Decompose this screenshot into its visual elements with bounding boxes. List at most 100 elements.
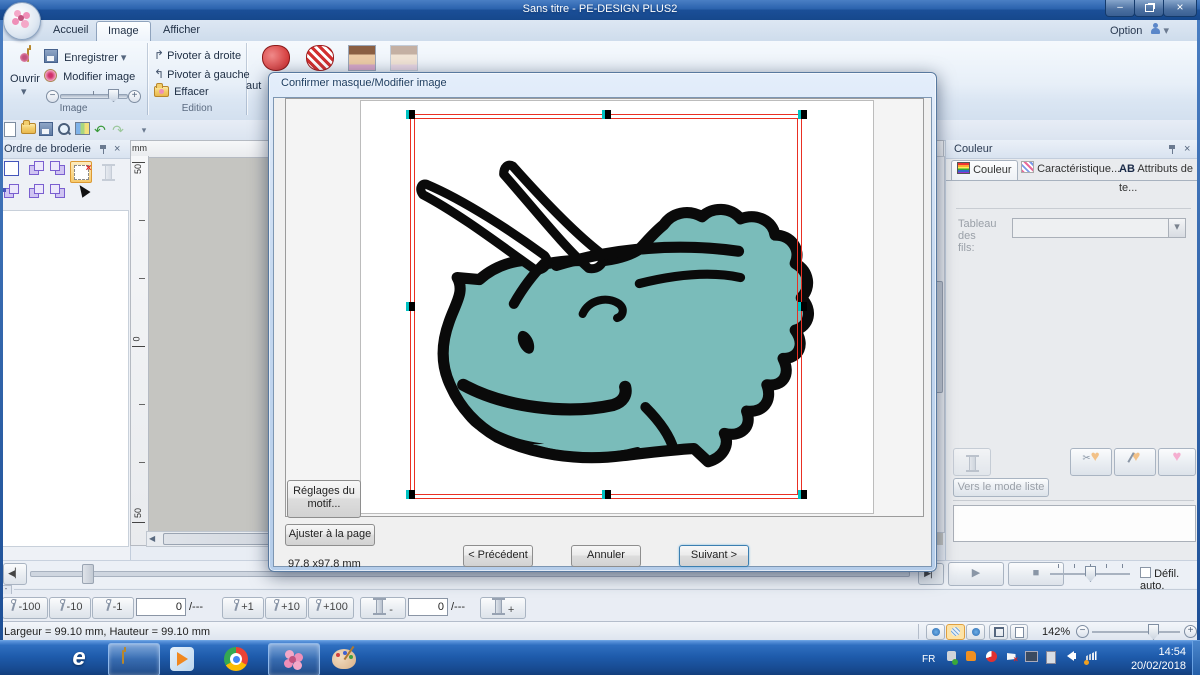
erase-button[interactable]: Effacer [154,86,209,98]
stitch-minus-100-button[interactable]: -100 [2,597,48,619]
embroidery-order-list[interactable] [2,210,129,547]
progress-thumb[interactable] [82,564,94,584]
show-desktop-button[interactable] [1192,641,1200,675]
stitch-number-field[interactable]: 0 [136,598,186,616]
paint-icon[interactable] [332,647,358,671]
language-indicator[interactable]: FR [922,654,935,665]
chrome-icon[interactable] [224,647,248,671]
media-player-icon[interactable] [170,647,194,671]
save-file-button[interactable] [38,122,54,138]
resize-handle-se[interactable] [798,490,807,499]
pe-design-task-button[interactable] [268,643,320,675]
save-button[interactable]: Enregistrer ▾ [44,49,126,64]
zoom-out-icon[interactable]: − [46,90,59,103]
scroll-left-icon[interactable]: ◀ [149,533,155,544]
display-tray-icon[interactable] [1024,651,1038,665]
grid-toggle-button[interactable] [989,624,1008,640]
stitch-minus-10-button[interactable]: -10 [49,597,91,619]
view-normal-button[interactable] [966,624,985,640]
stitch-plus-10-button[interactable]: +10 [265,597,307,619]
fit-to-page-button[interactable]: Ajuster à la page [285,524,375,546]
internet-explorer-icon[interactable]: e [64,645,94,673]
zoom-slider-thumb[interactable] [1148,624,1159,640]
tab-attributs-texte[interactable]: AB Attributs de te... [1114,160,1200,179]
resize-handle-s[interactable] [602,490,611,499]
group-button[interactable] [26,184,46,204]
color-number-field[interactable]: 0 [408,598,448,616]
pink-heart-button[interactable]: ♥ [1158,448,1196,476]
confirm-mask-dialog[interactable]: Confirmer masque/Modifier image [268,72,937,572]
close-button[interactable]: × [1163,0,1197,17]
redo-button[interactable]: ↷ [110,122,126,138]
panel-close-icon[interactable]: × [1184,140,1190,158]
cross-stitch-apple-icon[interactable] [306,45,334,71]
zoom-slider-track[interactable] [1092,631,1180,633]
view-stitch-button-active[interactable] [946,624,965,640]
color-minus-button[interactable]: - [360,597,406,619]
new-document-button[interactable] [2,122,18,138]
speed-slider-thumb[interactable] [1085,566,1096,582]
undo-button[interactable]: ↶ [92,122,108,138]
tab-couleur[interactable]: Couleur [951,160,1018,180]
image-zoom-slider[interactable]: − + [46,88,142,104]
clipboard-tray-icon[interactable] [1044,651,1058,665]
usb-tray-icon[interactable] [944,651,958,665]
zoom-tool-button[interactable] [56,122,72,138]
view-realistic-button[interactable] [926,624,945,640]
application-menu-button[interactable] [3,2,41,40]
restore-button[interactable] [1134,0,1164,17]
option-menu[interactable]: Option ▾ [1110,23,1169,37]
network-tray-icon[interactable] [1084,651,1098,665]
thread-chart-select[interactable]: ▾ [1012,218,1186,238]
checkbox-box[interactable] [1140,567,1151,578]
color-plus-button[interactable]: + [480,597,526,619]
slider-thumb[interactable] [108,89,119,102]
panel-close-icon[interactable]: × [114,140,120,158]
thread-spool-button[interactable] [953,448,991,476]
move-backward-button[interactable] [47,161,67,181]
pin-icon[interactable] [99,144,108,155]
color-list-box[interactable] [953,505,1196,542]
toolbar-overflow-button[interactable]: ▾ [136,122,152,138]
show-frame-button-active[interactable] [70,161,92,183]
antivirus-tray-icon[interactable] [984,651,998,665]
stitch-plus-100-button[interactable]: +100 [308,597,354,619]
zoom-in-button[interactable]: + [1184,625,1197,638]
minimize-button[interactable]: – [1105,0,1135,17]
tab-accueil[interactable]: Accueil [42,21,99,40]
resize-handle-nw[interactable] [406,110,415,119]
resize-handle-n[interactable] [602,110,611,119]
resize-handle-ne[interactable] [798,110,807,119]
title-bar[interactable]: Sans titre - PE-DESIGN PLUS2 – × [0,0,1200,20]
zoom-in-icon[interactable]: + [128,90,141,103]
spool-display-button[interactable] [98,161,118,181]
sew-heart-button[interactable]: ♥ [1114,448,1156,476]
open-file-button[interactable] [20,122,36,138]
resize-handle-e[interactable] [798,302,807,311]
design-settings-button[interactable]: Réglages du motif... [287,480,361,518]
design-property-button[interactable] [1010,624,1028,640]
resize-handle-sw[interactable] [406,490,415,499]
tab-afficher[interactable]: Afficher [152,21,211,40]
volume-tray-icon[interactable] [1064,651,1078,665]
order-list-button[interactable] [1,184,21,204]
photo-stitch-2-icon[interactable] [390,45,418,71]
combo-dropdown-icon[interactable]: ▾ [1168,219,1185,237]
pin-icon[interactable] [1168,144,1177,155]
stitch-minus-1-button[interactable]: -1 [92,597,134,619]
design-page-button[interactable] [74,122,90,138]
play-button[interactable]: ▶ [948,562,1004,586]
file-explorer-task-button[interactable] [108,643,160,675]
open-button[interactable]: Ouvrir ▾ [8,45,42,57]
next-button[interactable]: Suivant > [679,545,749,567]
photo-stitch-1-icon[interactable] [348,45,376,71]
previous-button[interactable]: < Précédent [463,545,533,567]
zoom-out-button[interactable]: − [1076,625,1089,638]
stitch-plus-1-button[interactable]: +1 [222,597,264,619]
action-center-flag-icon[interactable]: × [1004,651,1018,665]
tab-image[interactable]: Image [96,21,151,41]
rotate-left-button[interactable]: ↰ Pivoter à gauche [154,67,250,81]
cursor-tool-button[interactable] [72,184,92,204]
tab-caracteristique[interactable]: Caractéristique... [1016,160,1125,179]
resize-handle-w[interactable] [406,302,415,311]
